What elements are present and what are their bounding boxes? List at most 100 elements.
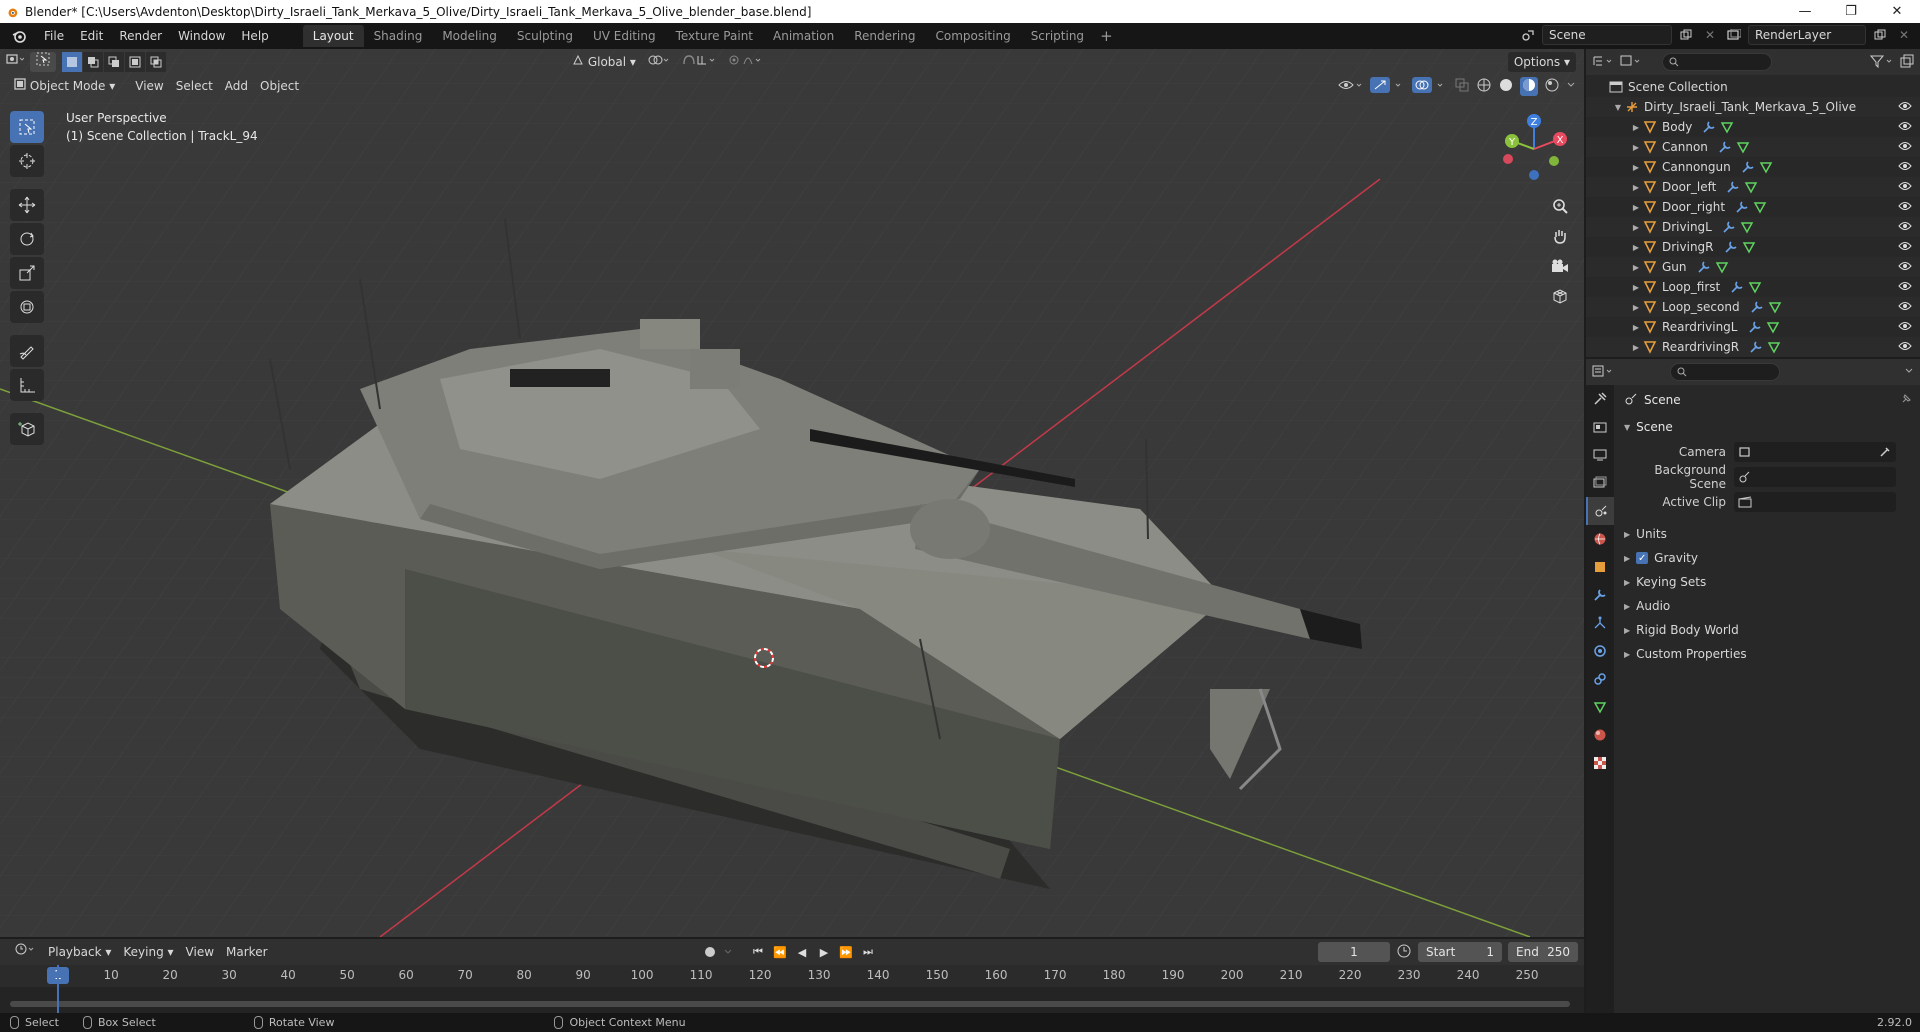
modifier-tab-icon[interactable] xyxy=(1586,581,1614,609)
outliner-item[interactable]: ▶ Cannon xyxy=(1586,137,1920,157)
jump-start-icon[interactable]: ⏮ xyxy=(748,942,768,962)
expand-right-icon[interactable]: ▶ xyxy=(1630,343,1642,352)
select-extend-icon[interactable] xyxy=(83,52,103,72)
visibility-eye-icon[interactable] xyxy=(1898,280,1912,295)
expand-down-icon[interactable]: ▼ xyxy=(1612,103,1624,112)
visibility-eye-icon[interactable] xyxy=(1898,100,1912,115)
pan-hand-icon[interactable] xyxy=(1546,222,1574,250)
wireframe-shading-icon[interactable] xyxy=(1476,77,1492,96)
view-layer-tab-icon[interactable] xyxy=(1586,469,1614,497)
tab-uv-editing[interactable]: UV Editing xyxy=(583,25,666,47)
visibility-eye-icon[interactable] xyxy=(1898,180,1912,195)
pin-icon[interactable] xyxy=(1900,393,1912,408)
select-tool-icon[interactable] xyxy=(30,52,56,72)
outliner-item[interactable]: ▶ Loop_second xyxy=(1586,297,1920,317)
expand-right-icon[interactable]: ▶ xyxy=(1630,123,1642,132)
remove-scene-icon[interactable]: ✕ xyxy=(1700,25,1720,45)
add-cube-tool-icon[interactable] xyxy=(10,413,44,445)
outliner-item[interactable]: ▶ ReardrivingL xyxy=(1586,317,1920,337)
3d-viewport[interactable]: Global ▾ Options ▾ Object Mode ▾ View Se… xyxy=(0,49,1584,937)
timeline-area[interactable] xyxy=(0,987,1584,1013)
visibility-icon[interactable] xyxy=(1338,78,1364,95)
visibility-eye-icon[interactable] xyxy=(1898,320,1912,335)
start-frame-field[interactable]: Start 1 xyxy=(1418,942,1502,962)
marker-menu[interactable]: Marker xyxy=(220,942,273,962)
display-mode-icon[interactable] xyxy=(1620,54,1642,71)
timeline-editor-icon[interactable] xyxy=(8,942,42,962)
object-menu[interactable]: Object xyxy=(254,76,305,96)
blender-logo-icon[interactable] xyxy=(8,25,30,47)
gizmo-toggle-icon[interactable] xyxy=(1370,76,1406,96)
annotate-tool-icon[interactable] xyxy=(10,335,44,367)
scene-panel-header[interactable]: ▼ Scene xyxy=(1616,415,1918,439)
menu-render[interactable]: Render xyxy=(111,25,170,47)
playback-menu[interactable]: Playback ▾ xyxy=(42,942,117,962)
select-box-tool-icon[interactable] xyxy=(10,111,44,143)
outliner-item[interactable]: ▶ Cannongun xyxy=(1586,157,1920,177)
view-layer-icon[interactable] xyxy=(1724,25,1744,45)
outliner-editor-icon[interactable] xyxy=(1592,54,1614,71)
units-panel[interactable]: ▶ Units xyxy=(1616,522,1918,546)
outliner-item[interactable]: ▶ ReardrivingR xyxy=(1586,337,1920,357)
frame-ruler[interactable]: 1102030405060708090100110120130140150160… xyxy=(0,965,1584,987)
properties-editor-icon[interactable] xyxy=(1592,364,1614,381)
view-menu[interactable]: View xyxy=(129,76,169,96)
material-shading-icon[interactable] xyxy=(1520,76,1538,96)
select-intersect-icon[interactable] xyxy=(146,52,166,72)
gravity-checkbox[interactable]: ✓ xyxy=(1636,552,1649,564)
tab-scripting[interactable]: Scripting xyxy=(1021,25,1094,47)
outliner-item[interactable]: ▶ DrivingL xyxy=(1586,217,1920,237)
gravity-panel[interactable]: ▶ ✓ Gravity xyxy=(1616,546,1918,570)
filter-icon[interactable] xyxy=(1869,54,1894,71)
close-button[interactable]: ✕ xyxy=(1874,0,1920,23)
add-menu[interactable]: Add xyxy=(219,76,254,96)
background-scene-field[interactable] xyxy=(1734,466,1896,487)
texture-tab-icon[interactable] xyxy=(1586,749,1614,777)
tab-rendering[interactable]: Rendering xyxy=(844,25,925,47)
navigation-gizmo[interactable]: Z X Y xyxy=(1494,109,1574,189)
keying-options-icon[interactable] xyxy=(722,942,734,962)
camera-field[interactable] xyxy=(1734,441,1896,462)
pivot-point-icon[interactable] xyxy=(642,52,676,72)
tab-layout[interactable]: Layout xyxy=(302,25,364,47)
tab-animation[interactable]: Animation xyxy=(763,25,844,47)
audio-panel[interactable]: ▶ Audio xyxy=(1616,594,1918,618)
visibility-eye-icon[interactable] xyxy=(1898,220,1912,235)
cursor-tool-icon[interactable] xyxy=(10,145,44,177)
preview-range-icon[interactable] xyxy=(1396,943,1412,962)
object-tab-icon[interactable] xyxy=(1586,553,1614,581)
properties-options-icon[interactable] xyxy=(1904,365,1914,379)
tab-modeling[interactable]: Modeling xyxy=(432,25,507,47)
expand-right-icon[interactable]: ▶ xyxy=(1630,143,1642,152)
visibility-eye-icon[interactable] xyxy=(1898,200,1912,215)
collection-row[interactable]: ▼ Dirty_Israeli_Tank_Merkava_5_Olive xyxy=(1586,97,1920,117)
timeline-scrollbar[interactable] xyxy=(10,1001,1570,1007)
tool-tab-icon[interactable] xyxy=(1586,385,1614,413)
jump-keyframe-forward-icon[interactable]: ⏩ xyxy=(836,942,856,962)
end-frame-field[interactable]: End 250 xyxy=(1508,942,1578,962)
outliner-search-input[interactable] xyxy=(1662,53,1772,71)
jump-end-icon[interactable]: ⏭ xyxy=(858,942,878,962)
maximize-button[interactable]: ❐ xyxy=(1828,0,1874,23)
material-tab-icon[interactable] xyxy=(1586,721,1614,749)
data-tab-icon[interactable] xyxy=(1586,693,1614,721)
object-mode-dropdown[interactable]: Object Mode ▾ xyxy=(8,76,121,96)
menu-window[interactable]: Window xyxy=(170,25,233,47)
add-workspace-button[interactable]: + xyxy=(1094,27,1119,45)
expand-right-icon[interactable]: ▶ xyxy=(1630,183,1642,192)
outliner-item[interactable]: ▶ Gun xyxy=(1586,257,1920,277)
visibility-eye-icon[interactable] xyxy=(1898,160,1912,175)
rigid-body-world-panel[interactable]: ▶ Rigid Body World xyxy=(1616,618,1918,642)
expand-right-icon[interactable]: ▶ xyxy=(1630,263,1642,272)
menu-edit[interactable]: Edit xyxy=(72,25,111,47)
expand-right-icon[interactable]: ▶ xyxy=(1630,203,1642,212)
visibility-eye-icon[interactable] xyxy=(1898,340,1912,355)
proportional-edit-icon[interactable] xyxy=(722,52,768,72)
current-frame-field[interactable]: 1 xyxy=(1318,942,1390,962)
rotate-tool-icon[interactable] xyxy=(10,223,44,255)
transform-tool-icon[interactable] xyxy=(10,291,44,323)
outliner-item[interactable]: ▶ Door_left xyxy=(1586,177,1920,197)
constraints-tab-icon[interactable] xyxy=(1586,665,1614,693)
measure-tool-icon[interactable] xyxy=(10,369,44,401)
visibility-eye-icon[interactable] xyxy=(1898,120,1912,135)
